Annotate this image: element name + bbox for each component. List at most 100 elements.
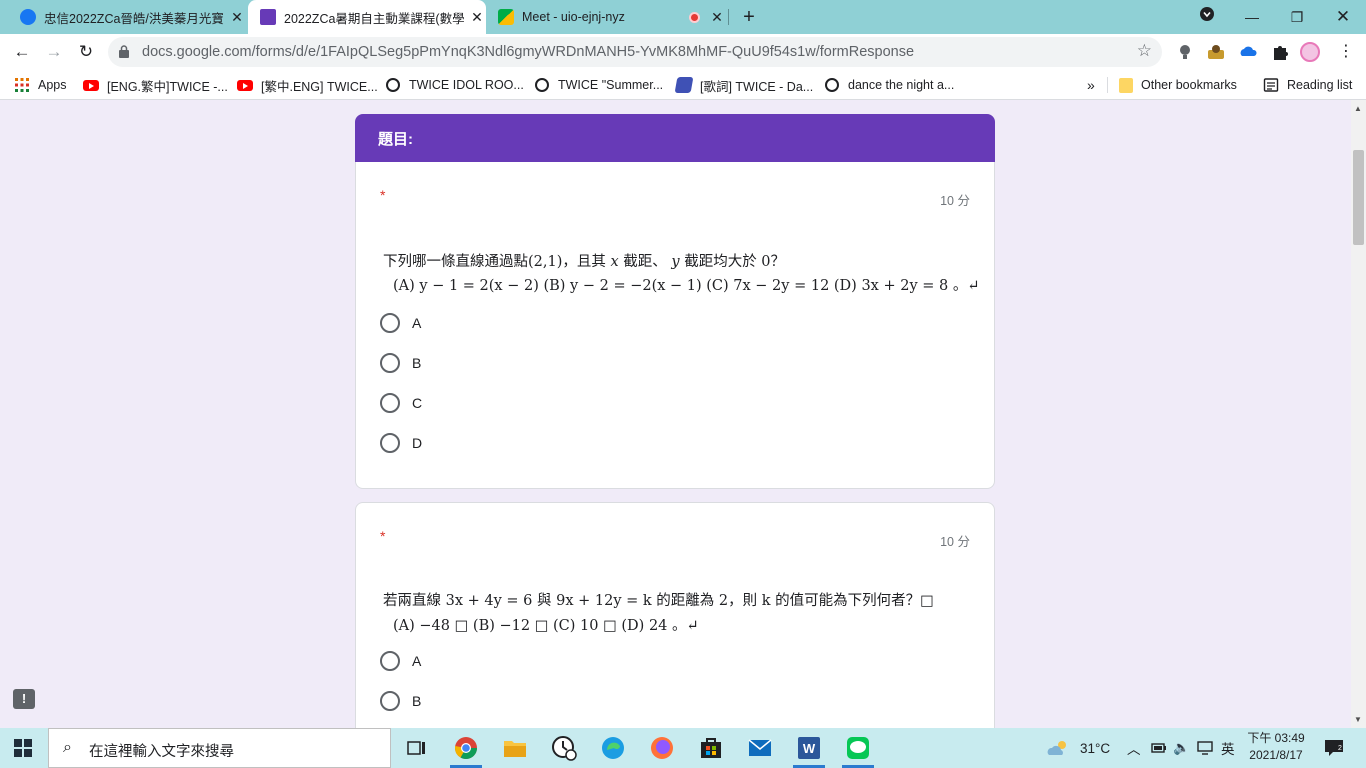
notification-icon[interactable]: 2 [1324,728,1344,768]
youtube-icon [83,79,99,91]
tab-search-icon[interactable] [1193,3,1221,31]
scrollbar-thumb[interactable] [1353,150,1364,245]
lightbulb-extension-icon[interactable] [1175,42,1195,62]
bookmark-label: [繁中.ENG] TWICE... [261,79,378,94]
reading-list-icon [1263,78,1279,92]
close-icon[interactable]: ✕ [468,9,486,26]
option-b[interactable]: B [380,689,421,713]
feedback-icon[interactable]: ! [13,689,35,709]
speaker-icon[interactable]: 🔈 [1173,728,1190,768]
lyrics-site-icon [674,77,694,93]
menu-dots-icon[interactable]: ⋮ [1334,40,1358,64]
bookmark-item[interactable]: TWICE IDOL ROO... [386,70,524,100]
taskbar-search-box[interactable]: ⌕ 在這裡輸入文字來搜尋 [48,728,391,768]
form-page: 題目: * 10 分 下列哪一條直線通過點(2,1)，且其 x 截距、 y 截距… [0,100,1351,728]
window-close-icon[interactable]: ✕ [1329,3,1357,31]
radio-button[interactable] [380,433,400,453]
radio-button[interactable] [380,313,400,333]
weather-widget[interactable]: 31°C [1046,728,1110,768]
ime-indicator[interactable]: 英 [1221,728,1235,768]
word-icon[interactable]: W [795,734,823,762]
tab-title: 忠信2022ZCa晉皓/洪美蓁月光寶 [44,11,224,26]
page-scrollbar[interactable]: ▲ ▼ [1351,100,1366,728]
bookmark-label: TWICE "Summer... [558,78,664,92]
tab-meet[interactable]: Meet - uio-ejnj-nyz ✕ [486,0,726,34]
tab-facebook[interactable]: 忠信2022ZCa晉皓/洪美蓁月光寶 ✕ [0,0,246,34]
chevron-up-icon[interactable]: ︿ [1127,728,1141,768]
cloud-extension-icon[interactable] [1238,42,1258,62]
clock-app-icon[interactable] [550,734,578,762]
minimize-icon[interactable]: — [1238,3,1266,31]
clock-date: 2021/8/17 [1249,748,1303,762]
section-title: 題目: [378,131,413,148]
reload-icon[interactable]: ↻ [74,40,98,64]
chrome-icon[interactable] [452,734,480,762]
system-clock[interactable]: 下午 03:49 2021/8/17 [1240,730,1312,764]
section-header: 題目: [355,114,995,162]
tab-google-forms[interactable]: 2022ZCa暑期自主動業課程(數學 ✕ [248,0,486,34]
option-b[interactable]: B [380,351,421,375]
bookmark-item[interactable]: [歌詞] TWICE - Da... [674,70,813,100]
search-placeholder: 在這裡輸入文字來搜尋 [89,744,234,760]
restore-icon[interactable]: ❐ [1283,3,1311,31]
extension-icon[interactable] [1206,42,1226,62]
cloud-sun-icon [1047,741,1066,755]
other-bookmarks-button[interactable]: Other bookmarks [1119,70,1237,100]
option-a[interactable]: A [380,311,421,335]
profile-avatar[interactable] [1300,42,1320,62]
option-a[interactable]: A [380,649,421,673]
question-card-1: * 10 分 下列哪一條直線通過點(2,1)，且其 x 截距、 y 截距均大於 … [355,162,995,489]
radio-button[interactable] [380,393,400,413]
firefox-icon[interactable] [648,734,676,762]
radio-button[interactable] [380,353,400,373]
reading-list-label: Reading list [1287,78,1353,92]
bookmark-item[interactable]: dance the night a... [825,70,954,100]
close-icon[interactable]: ✕ [708,9,726,26]
bookmark-item[interactable]: [ENG.繁中]TWICE -... [83,70,228,100]
edge-icon[interactable] [599,734,627,762]
network-icon[interactable] [1197,728,1213,768]
mail-icon[interactable] [746,734,774,762]
tab-strip: 忠信2022ZCa晉皓/洪美蓁月光寶 ✕ 2022ZCa暑期自主動業課程(數學 … [0,0,1366,34]
bookmark-star-icon[interactable]: ☆ [1137,41,1152,61]
bookmarks-overflow-button[interactable]: » [1087,70,1095,100]
clock-time: 下午 03:49 [1247,731,1305,745]
bookmark-label: dance the night a... [848,78,955,92]
radio-button[interactable] [380,651,400,671]
line-app-icon[interactable] [844,734,872,762]
question-text: 截距、 [623,254,667,270]
option-d[interactable]: D [380,431,422,455]
task-view-icon[interactable] [403,734,431,762]
folder-icon [1119,77,1133,93]
bookmark-item[interactable]: [繁中.ENG] TWICE... [237,70,378,100]
file-explorer-icon[interactable] [501,734,529,762]
address-bar[interactable]: docs.google.com/forms/d/e/1FAIpQLSeg5pPm… [108,37,1162,67]
question-card-2: * 10 分 若兩直線 3x + 4y = 6 與 9x + 12y = k 的… [355,502,995,728]
windows-start-icon[interactable] [14,739,32,757]
puzzle-extensions-icon[interactable] [1270,42,1290,62]
required-asterisk: * [380,187,386,203]
option-c[interactable]: C [380,391,422,415]
bookmark-label: [ENG.繁中]TWICE -... [107,79,228,94]
new-tab-button[interactable]: + [738,5,760,29]
store-icon[interactable] [697,734,725,762]
lock-icon [119,45,129,58]
bookmark-label: TWICE IDOL ROO... [409,78,524,92]
option-label: A [412,653,422,669]
reading-list-button[interactable]: Reading list [1263,70,1352,100]
scroll-up-icon[interactable]: ▲ [1354,104,1362,113]
google-meet-icon [498,9,514,25]
close-icon[interactable]: ✕ [228,9,246,26]
bookmark-apps[interactable]: Apps [14,70,67,100]
bookmark-item[interactable]: TWICE "Summer... [535,70,663,100]
forward-arrow-icon[interactable]: → [42,40,66,64]
question-text-line-2: (A) y − 1 = 2(x − 2) (B) y − 2 = −2(x − … [393,278,980,294]
battery-icon[interactable] [1151,728,1167,768]
tab-title: 2022ZCa暑期自主動業課程(數學 [284,11,465,26]
back-arrow-icon[interactable]: ← [10,40,34,64]
scroll-down-icon[interactable]: ▼ [1354,715,1362,724]
weather-temperature: 31°C [1080,740,1111,756]
question-text-line-1: 若兩直線 3x + 4y = 6 與 9x + 12y = k 的距離為 2，則… [383,593,934,609]
radio-button[interactable] [380,691,400,711]
facebook-icon [20,9,36,25]
